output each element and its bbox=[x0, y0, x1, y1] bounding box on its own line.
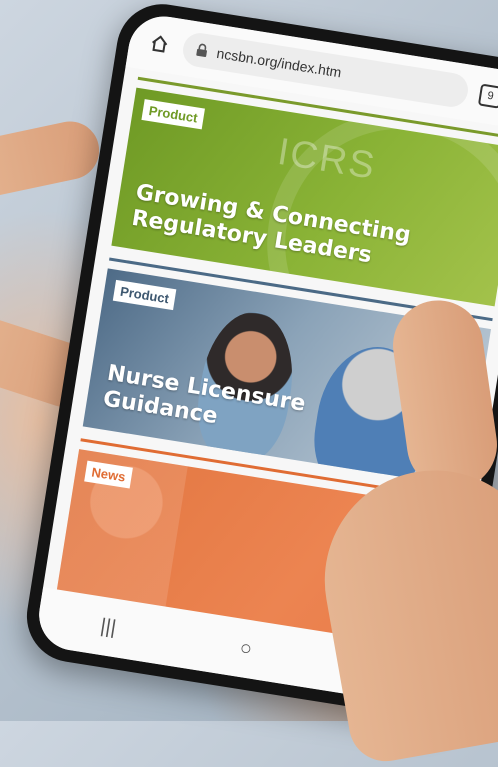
recents-button[interactable]: ||| bbox=[99, 614, 118, 639]
home-icon[interactable] bbox=[146, 30, 173, 57]
card-tag: Product bbox=[141, 99, 206, 130]
url-text: ncsbn.org/index.htm bbox=[215, 44, 343, 81]
card-tag: Product bbox=[112, 279, 177, 311]
logo-ring bbox=[248, 91, 498, 307]
card-icrs[interactable]: ICRS Product Growing & Connecting Regula… bbox=[111, 87, 498, 307]
home-button[interactable]: ○ bbox=[238, 636, 253, 661]
tab-switcher-button[interactable]: 9 bbox=[477, 83, 498, 109]
lock-icon bbox=[194, 42, 210, 58]
